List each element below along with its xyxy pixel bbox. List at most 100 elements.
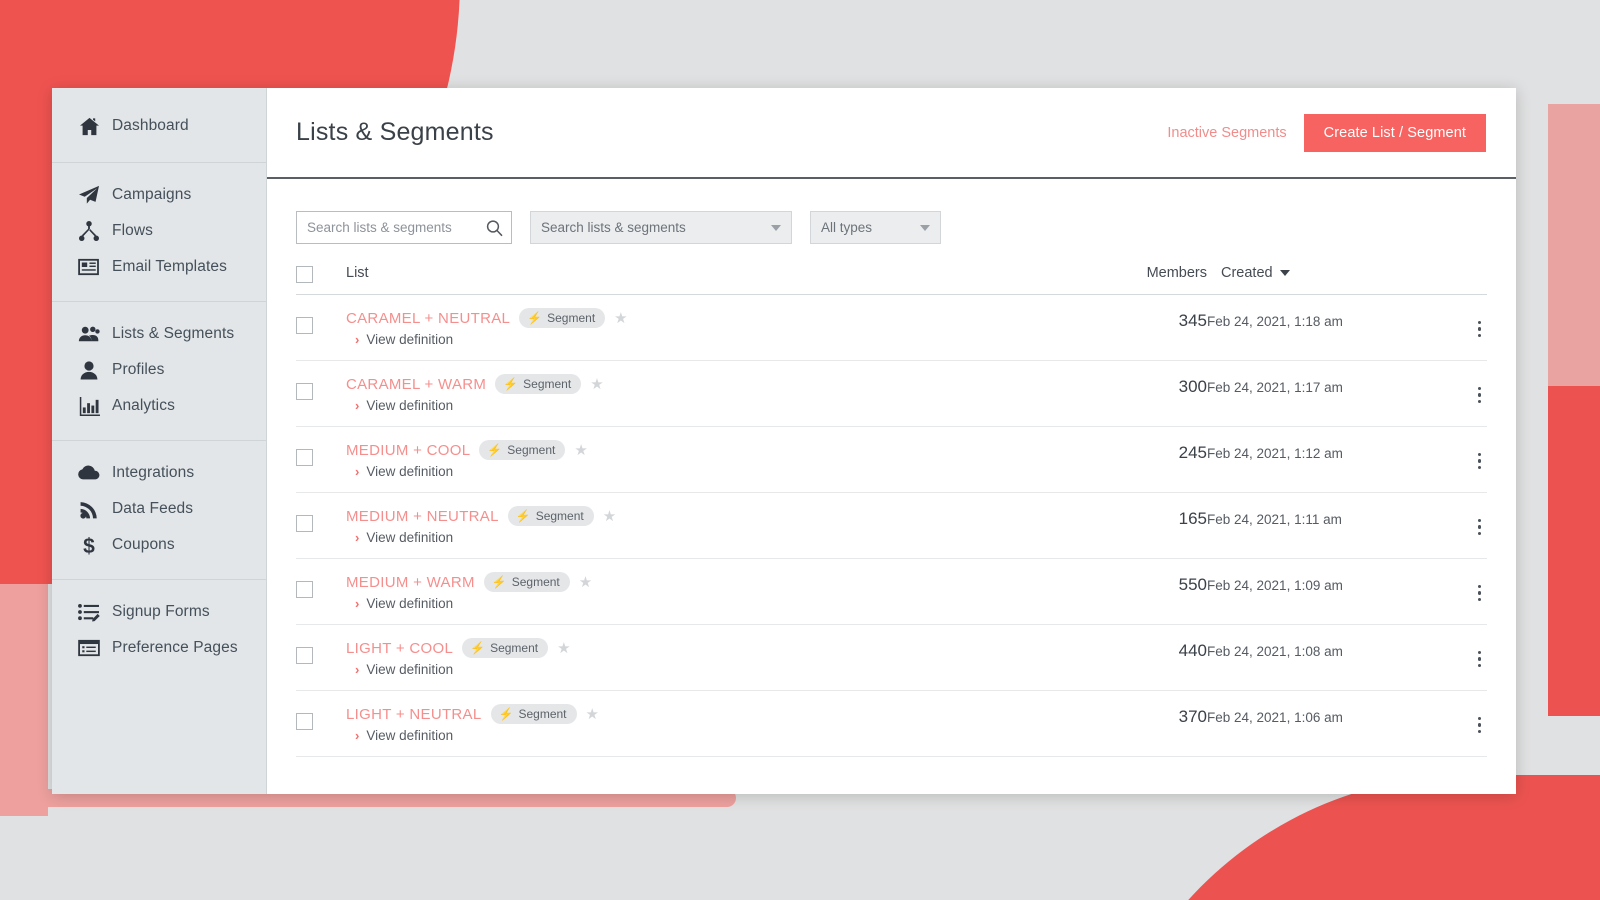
header-actions: Inactive Segments Create List / Segment: [1167, 113, 1486, 152]
list-name-link[interactable]: MEDIUM + COOL: [346, 442, 470, 459]
bolt-icon: ⚡: [491, 575, 507, 589]
row-select-cell: [296, 360, 346, 427]
chevron-right-icon: ›: [355, 464, 360, 479]
table-row: MEDIUM + WARM ⚡ Segment ★ › View definition 55…: [296, 558, 1488, 625]
list-name-link[interactable]: LIGHT + NEUTRAL: [346, 706, 482, 723]
favorite-star-icon[interactable]: ★: [603, 509, 616, 524]
bolt-icon: ⚡: [487, 443, 503, 457]
filter-bar: Search lists & segments All types: [267, 179, 1516, 244]
column-header-members[interactable]: Members: [1087, 265, 1207, 295]
view-definition-toggle[interactable]: › View definition: [346, 662, 1087, 677]
sidebar-item-label: Dashboard: [112, 117, 189, 134]
sidebar-item-signup-forms[interactable]: Signup Forms: [52, 594, 266, 630]
create-list-segment-button[interactable]: Create List / Segment: [1303, 113, 1486, 152]
row-menu-icon[interactable]: [1472, 715, 1488, 736]
sidebar-item-label: Preference Pages: [112, 639, 238, 656]
rss-icon: [78, 498, 100, 520]
background-shape-right-red: [1548, 386, 1600, 716]
view-definition-label: View definition: [366, 332, 454, 347]
row-created-value: Feb 24, 2021, 1:08 am: [1207, 624, 1417, 691]
column-header-list[interactable]: List: [346, 265, 1087, 295]
table-row: MEDIUM + NEUTRAL ⚡ Segment ★ › View definitio…: [296, 492, 1488, 559]
sidebar-item-coupons[interactable]: $ Coupons: [52, 527, 266, 563]
page-title: Lists & Segments: [296, 118, 494, 146]
row-checkbox[interactable]: [296, 713, 313, 731]
list-name-link[interactable]: LIGHT + COOL: [346, 640, 453, 657]
row-actions-cell: [1417, 492, 1488, 559]
sidebar-item-preference-pages[interactable]: Preference Pages: [52, 630, 266, 666]
sidebar-group-4: Signup Forms Preference Pages: [52, 580, 266, 682]
row-list-cell: LIGHT + COOL ⚡ Segment ★ › View definition: [346, 624, 1087, 691]
row-checkbox[interactable]: [296, 449, 313, 467]
sidebar-item-label: Data Feeds: [112, 500, 194, 517]
favorite-star-icon[interactable]: ★: [574, 443, 587, 458]
segment-badge-label: Segment: [518, 707, 567, 721]
view-definition-toggle[interactable]: › View definition: [346, 464, 1087, 479]
row-select-cell: [296, 624, 346, 691]
search-icon[interactable]: [486, 219, 503, 236]
row-menu-icon[interactable]: [1472, 517, 1488, 538]
row-checkbox[interactable]: [296, 647, 313, 665]
type-filter-select[interactable]: All types: [810, 211, 941, 244]
favorite-star-icon[interactable]: ★: [590, 377, 603, 392]
row-menu-icon[interactable]: [1472, 451, 1488, 472]
bolt-icon: ⚡: [470, 641, 486, 655]
sidebar-item-analytics[interactable]: Analytics: [52, 388, 266, 424]
list-name-link[interactable]: CARAMEL + NEUTRAL: [346, 310, 510, 327]
lists-table: List Members Created CARAMEL + NEUTRAL ⚡ S…: [296, 265, 1487, 757]
segment-badge-label: Segment: [547, 311, 596, 325]
list-name-link[interactable]: CARAMEL + WARM: [346, 376, 486, 393]
select-all-checkbox[interactable]: [296, 265, 313, 283]
view-definition-label: View definition: [366, 398, 454, 413]
row-members-value: 370: [1087, 690, 1207, 757]
sidebar-item-flows[interactable]: Flows: [52, 213, 266, 249]
search-input[interactable]: [297, 212, 511, 243]
sidebar-item-campaigns[interactable]: Campaigns: [52, 177, 266, 213]
sidebar-item-integrations[interactable]: Integrations: [52, 455, 266, 491]
favorite-star-icon[interactable]: ★: [579, 575, 592, 590]
segment-badge-label: Segment: [490, 641, 539, 655]
table-row: LIGHT + COOL ⚡ Segment ★ › View definition 440…: [296, 624, 1488, 691]
view-definition-label: View definition: [366, 662, 454, 677]
chevron-right-icon: ›: [355, 662, 360, 677]
sidebar-item-profiles[interactable]: Profiles: [52, 352, 266, 388]
view-definition-toggle[interactable]: › View definition: [346, 596, 1087, 611]
sidebar-item-dashboard[interactable]: Dashboard: [52, 108, 266, 144]
favorite-star-icon[interactable]: ★: [586, 707, 599, 722]
row-menu-icon[interactable]: [1472, 319, 1488, 340]
list-name-link[interactable]: MEDIUM + NEUTRAL: [346, 508, 499, 525]
row-created-value: Feb 24, 2021, 1:18 am: [1207, 294, 1417, 361]
row-checkbox[interactable]: [296, 383, 313, 401]
row-members-value: 550: [1087, 558, 1207, 625]
row-members-value: 300: [1087, 360, 1207, 427]
segment-badge: ⚡ Segment: [495, 374, 582, 394]
row-name-line: CARAMEL + NEUTRAL ⚡ Segment ★: [346, 308, 1087, 328]
list-filter-select[interactable]: Search lists & segments: [530, 211, 792, 244]
row-menu-icon[interactable]: [1472, 583, 1488, 604]
view-definition-toggle[interactable]: › View definition: [346, 728, 1087, 743]
sidebar-item-data-feeds[interactable]: Data Feeds: [52, 491, 266, 527]
list-name-link[interactable]: MEDIUM + WARM: [346, 574, 475, 591]
row-checkbox[interactable]: [296, 317, 313, 335]
row-checkbox[interactable]: [296, 581, 313, 599]
person-icon: [78, 359, 100, 381]
view-definition-toggle[interactable]: › View definition: [346, 332, 1087, 347]
sidebar-item-label: Profiles: [112, 361, 165, 378]
row-menu-icon[interactable]: [1472, 649, 1488, 670]
view-definition-toggle[interactable]: › View definition: [346, 398, 1087, 413]
row-name-line: LIGHT + COOL ⚡ Segment ★: [346, 638, 1087, 658]
sidebar-item-email-templates[interactable]: Email Templates: [52, 249, 266, 285]
view-definition-toggle[interactable]: › View definition: [346, 530, 1087, 545]
row-checkbox[interactable]: [296, 515, 313, 533]
sidebar-item-label: Analytics: [112, 397, 175, 414]
favorite-star-icon[interactable]: ★: [557, 641, 570, 656]
home-icon: [78, 115, 100, 137]
sort-descending-icon[interactable]: [1279, 270, 1290, 277]
favorite-star-icon[interactable]: ★: [614, 311, 627, 326]
screen: Dashboard Campaigns Flows Email Templates Li…: [0, 0, 1600, 900]
inactive-segments-link[interactable]: Inactive Segments: [1167, 125, 1286, 141]
column-header-created[interactable]: Created: [1207, 265, 1417, 295]
svg-text:$: $: [83, 535, 95, 556]
sidebar-item-lists-segments[interactable]: Lists & Segments: [52, 316, 266, 352]
row-menu-icon[interactable]: [1472, 385, 1488, 406]
